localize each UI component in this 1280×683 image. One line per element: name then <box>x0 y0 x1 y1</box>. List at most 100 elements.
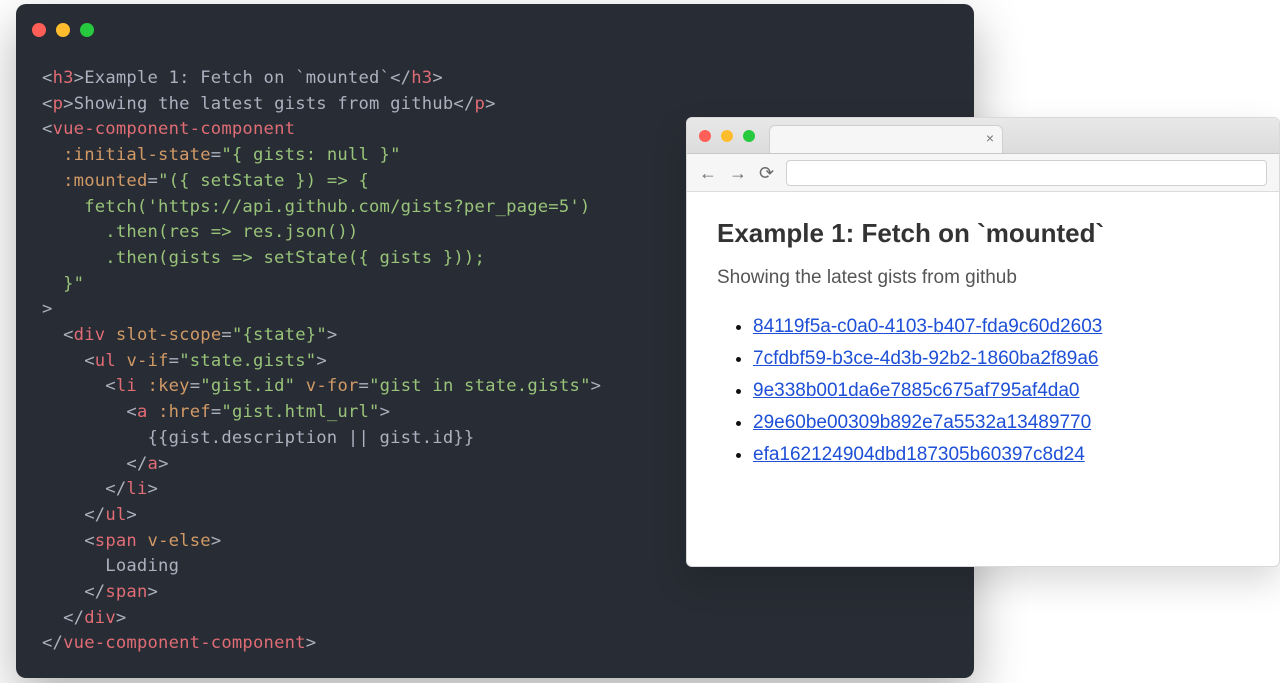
code-token: h3 <box>53 68 74 88</box>
code-token <box>42 505 84 525</box>
code-token: </ <box>126 454 147 474</box>
code-token: li <box>126 479 147 499</box>
editor-traffic-lights <box>16 4 974 42</box>
code-token <box>137 531 148 551</box>
code-token: < <box>42 94 53 114</box>
code-token: a <box>148 454 159 474</box>
code-token: < <box>84 351 95 371</box>
code-token: :mounted <box>63 171 147 191</box>
code-token: fetch('https://api.github.com/gists?per_… <box>42 197 590 217</box>
page-content: Example 1: Fetch on `mounted` Showing th… <box>687 192 1279 501</box>
gist-link[interactable]: 29e60be00309b892e7a5532a13489770 <box>753 412 1091 433</box>
code-token <box>42 402 126 422</box>
code-token: :key <box>148 376 190 396</box>
code-token: ul <box>105 505 126 525</box>
code-token: Showing the latest gists from github <box>74 94 454 114</box>
code-token <box>42 325 63 345</box>
maximize-icon[interactable] <box>80 23 94 37</box>
code-token: </ <box>390 68 411 88</box>
code-token: < <box>63 325 74 345</box>
code-token: = <box>211 402 222 422</box>
code-token: < <box>84 531 95 551</box>
code-token: </ <box>42 633 63 653</box>
code-token <box>42 454 126 474</box>
list-item: 29e60be00309b892e7a5532a13489770 <box>753 407 1249 439</box>
code-token: "gist.id" <box>200 376 295 396</box>
code-token: ul <box>95 351 116 371</box>
list-item: efa162124904dbd187305b60397c8d24 <box>753 439 1249 471</box>
gist-link[interactable]: 7cfdbf59-b3ce-4d3b-92b2-1860ba2f89a6 <box>753 348 1098 369</box>
code-token: </ <box>63 608 84 628</box>
code-token: < <box>42 68 53 88</box>
list-item: 7cfdbf59-b3ce-4d3b-92b2-1860ba2f89a6 <box>753 343 1249 375</box>
code-token <box>42 376 105 396</box>
gist-link[interactable]: efa162124904dbd187305b60397c8d24 <box>753 444 1085 465</box>
code-token: slot-scope <box>116 325 221 345</box>
code-token <box>42 582 84 602</box>
code-token: v-if <box>126 351 168 371</box>
page-heading: Example 1: Fetch on `mounted` <box>717 218 1249 249</box>
code-token: v-for <box>306 376 359 396</box>
code-token: > <box>63 94 74 114</box>
code-token <box>42 351 84 371</box>
browser-tab[interactable]: × <box>769 125 1003 153</box>
tab-close-icon[interactable]: × <box>986 131 994 145</box>
code-token <box>116 351 127 371</box>
code-token: div <box>84 608 116 628</box>
minimize-icon[interactable] <box>721 130 733 142</box>
code-token: > <box>327 325 338 345</box>
code-token: "{state}" <box>232 325 327 345</box>
code-token: p <box>475 94 486 114</box>
code-token: li <box>116 376 137 396</box>
code-token: vue-component-component <box>63 633 306 653</box>
close-icon[interactable] <box>699 130 711 142</box>
gist-link[interactable]: 84119f5a-c0a0-4103-b407-fda9c60d2603 <box>753 316 1102 337</box>
gist-link[interactable]: 9e338b001da6e7885c675af795af4da0 <box>753 380 1080 401</box>
code-token: Example 1: Fetch on `mounted` <box>84 68 390 88</box>
code-token <box>42 171 63 191</box>
code-token <box>42 145 63 165</box>
code-token: {{gist.description || gist.id}} <box>147 428 474 448</box>
code-token: .then(res => res.json()) <box>42 222 358 242</box>
code-token: }" <box>42 274 84 294</box>
code-token <box>42 428 147 448</box>
close-icon[interactable] <box>32 23 46 37</box>
code-token: = <box>190 376 201 396</box>
minimize-icon[interactable] <box>56 23 70 37</box>
code-token: span <box>105 582 147 602</box>
forward-icon[interactable]: → <box>729 164 747 182</box>
browser-window: × ← → ⟳ Example 1: Fetch on `mounted` Sh… <box>686 117 1280 567</box>
code-token <box>42 531 84 551</box>
code-token: </ <box>84 505 105 525</box>
code-token: a <box>137 402 148 422</box>
code-token: = <box>148 171 159 191</box>
code-token: > <box>306 633 317 653</box>
code-token: = <box>359 376 370 396</box>
code-token: > <box>126 505 137 525</box>
code-token: > <box>148 582 159 602</box>
code-token: > <box>591 376 602 396</box>
code-token: > <box>158 454 169 474</box>
code-token: </ <box>84 582 105 602</box>
page-subtitle: Showing the latest gists from github <box>717 267 1249 289</box>
code-token: < <box>126 402 137 422</box>
code-token: div <box>74 325 106 345</box>
list-item: 9e338b001da6e7885c675af795af4da0 <box>753 375 1249 407</box>
code-token <box>42 608 63 628</box>
back-icon[interactable]: ← <box>699 164 717 182</box>
code-token: "gist in state.gists" <box>369 376 591 396</box>
code-token: "({ setState }) => { <box>158 171 369 191</box>
code-token: > <box>42 299 53 319</box>
code-token: > <box>211 531 222 551</box>
code-token: = <box>211 145 222 165</box>
reload-icon[interactable]: ⟳ <box>759 164 774 182</box>
code-token: > <box>74 68 85 88</box>
list-item: 84119f5a-c0a0-4103-b407-fda9c60d2603 <box>753 311 1249 343</box>
code-token: > <box>380 402 391 422</box>
code-token <box>148 402 159 422</box>
code-token <box>42 479 105 499</box>
maximize-icon[interactable] <box>743 130 755 142</box>
code-token <box>295 376 306 396</box>
code-token: .then(gists => setState({ gists })); <box>42 248 485 268</box>
url-input[interactable] <box>786 160 1267 186</box>
